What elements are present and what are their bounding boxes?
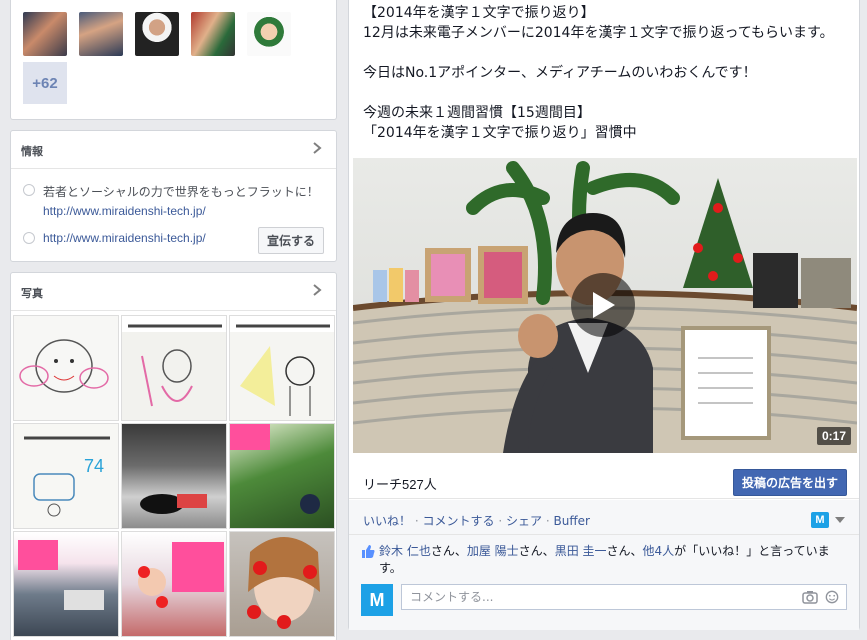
info-card: 情報 若者とソーシャルの力で世界をもっとフラットに！ http://www.mi… xyxy=(10,130,337,262)
separator: · xyxy=(414,514,419,528)
buffer-link[interactable]: Buffer xyxy=(554,514,590,528)
others-link[interactable]: 他4人 xyxy=(643,544,675,558)
reach-row: リーチ527人 投稿の広告を出す xyxy=(349,463,859,499)
like-link[interactable]: いいね！ xyxy=(363,514,411,528)
video-duration: 0:17 xyxy=(816,427,851,445)
post-card: 【2014年を漢字１文字で振り返り】 12月は未来電子メンバーに2014年を漢字… xyxy=(348,0,860,630)
photo-thumbnail[interactable] xyxy=(121,531,227,637)
friend-avatar-5[interactable] xyxy=(247,12,291,56)
friend-avatar-3[interactable] xyxy=(135,12,179,56)
post-actions: いいね！ · コメントする · シェア · Buffer xyxy=(363,512,590,529)
chevron-right-icon[interactable] xyxy=(310,140,324,156)
chevron-right-icon[interactable] xyxy=(310,282,324,298)
video-player[interactable]: 0:17 xyxy=(353,158,857,453)
about-text: 若者とソーシャルの力で世界をもっとフラットに！ xyxy=(43,185,319,199)
friend-avatar-2[interactable] xyxy=(79,12,123,56)
info-header[interactable]: 情報 xyxy=(11,131,336,169)
liker-name-1[interactable]: 鈴木 仁也 xyxy=(379,544,431,558)
photo-thumbnail[interactable]: 74 xyxy=(13,423,119,529)
comment-input[interactable] xyxy=(402,585,792,609)
camera-icon[interactable] xyxy=(802,590,818,604)
boost-post-button[interactable]: 投稿の広告を出す xyxy=(732,469,847,496)
play-icon xyxy=(593,292,615,318)
about-link[interactable]: http://www.miraidenshi-tech.jp/ xyxy=(43,204,323,218)
photos-card: 写真 74 xyxy=(10,272,337,640)
photo-thumbnail[interactable] xyxy=(229,315,335,421)
san-2: さん、 xyxy=(518,544,555,558)
photos-header[interactable]: 写真 xyxy=(11,273,336,311)
commenter-avatar: M xyxy=(361,584,393,616)
san-3: さん、 xyxy=(606,544,643,558)
svg-text:74: 74 xyxy=(84,456,104,476)
comment-box[interactable] xyxy=(401,584,847,610)
actions-bar: いいね！ · コメントする · シェア · Buffer M 鈴木 仁也さん、加… xyxy=(349,500,859,630)
website-row: http://www.miraidenshi-tech.jp/ xyxy=(23,231,206,245)
info-title: 情報 xyxy=(21,146,43,158)
share-link[interactable]: シェア xyxy=(506,514,542,528)
photo-thumbnail[interactable] xyxy=(229,423,335,529)
page-avatar-icon[interactable]: M xyxy=(811,512,829,528)
photo-thumbnail[interactable] xyxy=(229,531,335,637)
likes-summary: 鈴木 仁也さん、加屋 陽士さん、黒田 圭一さん、他4人が「いいね！」と言っていま… xyxy=(349,534,859,577)
thumbs-up-icon xyxy=(362,545,375,558)
photo-thumbnail[interactable] xyxy=(121,315,227,421)
caret-down-icon[interactable] xyxy=(835,517,845,523)
friend-avatar-1[interactable] xyxy=(23,12,67,56)
photo-thumbnail[interactable] xyxy=(121,423,227,529)
san-1: さん、 xyxy=(430,544,467,558)
website-link[interactable]: http://www.miraidenshi-tech.jp/ xyxy=(43,231,206,245)
post-text: 【2014年を漢字１文字で振り返り】 12月は未来電子メンバーに2014年を漢字… xyxy=(363,5,834,141)
promote-button[interactable]: 宣伝する xyxy=(257,227,324,254)
likes-ga: が xyxy=(674,544,687,558)
play-button[interactable] xyxy=(571,273,635,337)
photos-title: 写真 xyxy=(21,288,43,300)
photo-thumbnail[interactable] xyxy=(13,315,119,421)
friends-card: +62 xyxy=(10,0,337,120)
globe-icon xyxy=(23,232,35,244)
info-icon xyxy=(23,184,35,196)
more-friends-count[interactable]: +62 xyxy=(23,62,67,104)
separator: · xyxy=(498,514,503,528)
emoji-icon[interactable] xyxy=(824,590,840,604)
about-row: 若者とソーシャルの力で世界をもっとフラットに！ http://www.mirai… xyxy=(23,183,323,218)
comment-link[interactable]: コメントする xyxy=(423,514,495,528)
separator: · xyxy=(545,514,550,528)
liker-name-2[interactable]: 加屋 陽士 xyxy=(467,544,519,558)
liker-name-3[interactable]: 黒田 圭一 xyxy=(555,544,607,558)
reach-count[interactable]: リーチ527人 xyxy=(363,474,437,493)
friend-avatar-4[interactable] xyxy=(191,12,235,56)
photo-thumbnail[interactable] xyxy=(13,531,119,637)
